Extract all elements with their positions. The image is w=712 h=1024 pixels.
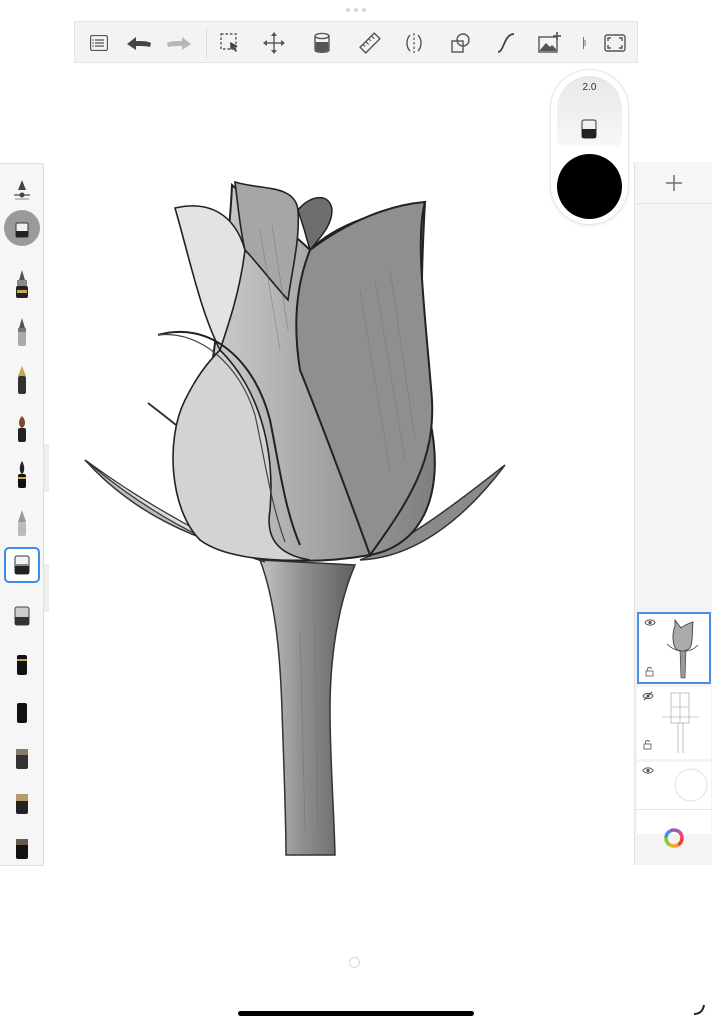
background-color-swatch[interactable] [673, 767, 709, 803]
ballpoint-brush-icon[interactable] [4, 314, 40, 350]
chisel-brush-4-icon[interactable] [4, 785, 40, 821]
more-handle-icon[interactable] [577, 27, 591, 59]
selection-icon[interactable] [214, 27, 246, 59]
drawing-canvas[interactable] [60, 170, 530, 860]
airbrush-brush-icon[interactable] [4, 504, 40, 540]
size-slider-icon[interactable] [4, 172, 40, 208]
shapes-icon[interactable] [444, 27, 476, 59]
paintbrush-brush-icon[interactable] [4, 410, 40, 446]
canvas-indicator [349, 957, 360, 968]
stroke-icon[interactable] [490, 27, 522, 59]
layers-panel [634, 162, 712, 865]
lock-icon[interactable] [643, 739, 652, 750]
palette-handle-secondary[interactable] [44, 564, 49, 612]
palette-handle[interactable] [44, 444, 49, 492]
undo-arrow-icon[interactable] [123, 27, 155, 59]
color-wheel-icon [664, 827, 684, 848]
toolbar [74, 21, 638, 63]
image-add-icon[interactable] [534, 27, 566, 59]
marker-brush-icon[interactable] [4, 456, 40, 492]
color-wheel-button[interactable] [635, 809, 712, 865]
home-indicator[interactable] [238, 1011, 474, 1016]
brush-palette [0, 163, 44, 866]
list-icon[interactable] [83, 27, 115, 59]
brush-puck[interactable]: 2.0 [551, 70, 628, 224]
eye-icon[interactable] [644, 618, 656, 627]
layer-rose[interactable] [637, 612, 711, 684]
chisel-brush-5-icon[interactable] [4, 830, 40, 866]
eye-icon[interactable] [642, 766, 654, 775]
chisel-brush-1-icon[interactable] [4, 646, 40, 682]
corner-handle-icon[interactable] [692, 1002, 706, 1016]
fill-bucket-icon[interactable] [306, 27, 338, 59]
redo-arrow-icon[interactable] [163, 27, 195, 59]
brush-color-swatch[interactable] [557, 154, 622, 219]
eraser-icon [579, 118, 599, 145]
pencil-brush-icon[interactable] [4, 266, 40, 302]
layer-sketch[interactable] [637, 687, 711, 759]
chisel-brush-3-icon[interactable] [4, 740, 40, 776]
eraser-hard-brush-icon[interactable] [4, 547, 40, 583]
lock-icon[interactable] [645, 666, 654, 677]
current-brush-preview[interactable] [3, 209, 41, 247]
eraser-soft-brush-icon[interactable] [4, 598, 40, 634]
add-layer-button[interactable] [635, 162, 712, 204]
move-icon[interactable] [258, 27, 290, 59]
ruler-icon[interactable] [354, 27, 386, 59]
ink-pen-brush-icon[interactable] [4, 362, 40, 398]
symmetry-icon[interactable] [398, 27, 430, 59]
top-grabber[interactable] [344, 8, 368, 14]
chisel-brush-2-icon[interactable] [4, 694, 40, 730]
fullscreen-icon[interactable] [599, 27, 631, 59]
layer-thumbnail [666, 618, 699, 679]
layer-thumbnail [662, 692, 699, 753]
brush-size-value: 2.0 [582, 82, 597, 93]
eye-hidden-icon[interactable] [642, 691, 654, 701]
